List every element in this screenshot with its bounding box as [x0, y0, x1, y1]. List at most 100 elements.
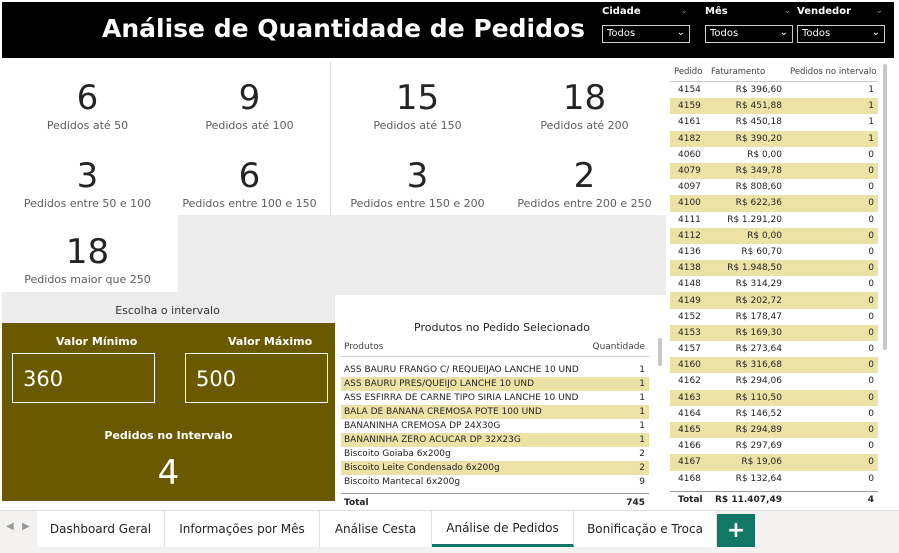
tab-an-lise-de-pedidos[interactable]: Análise de Pedidos [432, 511, 574, 547]
slicer-vendedor[interactable]: Vendedor ⌄ Todos ⌄ [797, 6, 885, 43]
products-total-row: Total 745 [341, 493, 649, 511]
card-ate-100: 9 Pedidos até 100 [172, 78, 327, 132]
product-name: ASS BAURU PRES/QUEIJO LANCHE 10 UND [344, 379, 535, 389]
order-id: 4164 [678, 408, 701, 419]
col-pedidos-intervalo[interactable]: Pedidos no intervalo [784, 67, 878, 77]
slicer-mes-dropdown[interactable]: Todos ⌄ [705, 25, 793, 43]
table-row[interactable]: 4168 R$ 132,64 0 [670, 471, 878, 487]
table-row[interactable]: 4097 R$ 808,60 0 [670, 179, 878, 195]
order-intervalo: 0 [868, 198, 874, 209]
table-row[interactable]: 4079 R$ 349,78 0 [670, 162, 878, 180]
min-value-input[interactable]: 360 [12, 353, 155, 403]
slicer-vendedor-value: Todos [802, 28, 831, 39]
max-value-input[interactable]: 500 [185, 353, 328, 403]
product-quantity: 1 [639, 393, 645, 403]
order-intervalo: 0 [868, 344, 874, 355]
table-row[interactable]: 4112 R$ 0,00 0 [670, 227, 878, 244]
table-row[interactable]: 4138 R$ 1.948,50 0 [670, 260, 878, 277]
order-intervalo: 0 [868, 182, 874, 193]
order-faturamento: R$ 273,64 [735, 344, 782, 355]
order-id: 4154 [678, 85, 701, 96]
chevron-right-icon[interactable]: ▶ [22, 521, 30, 532]
order-faturamento: R$ 396,60 [735, 85, 782, 96]
col-quantidade[interactable]: Quantidade [589, 342, 649, 352]
product-name: BANANINHA CREMOSA DP 24X30G [344, 421, 501, 431]
slicer-mes-label: Mês [705, 6, 728, 17]
table-row[interactable]: 4111 R$ 1.291,20 0 [670, 212, 878, 228]
card-150-200: 3 Pedidos entre 150 e 200 [340, 156, 495, 210]
col-faturamento[interactable]: Faturamento [707, 67, 784, 77]
order-intervalo: 1 [868, 85, 874, 96]
tab-informa-es-por-m-s[interactable]: Informações por Mês [165, 511, 320, 547]
table-row[interactable]: 4163 R$ 110,50 0 [670, 389, 878, 406]
card-label: Pedidos entre 150 e 200 [350, 197, 485, 210]
order-faturamento: R$ 0,00 [747, 149, 782, 160]
slicer-vendedor-dropdown[interactable]: Todos ⌄ [797, 25, 885, 43]
table-row[interactable]: 4166 R$ 297,69 0 [670, 438, 878, 454]
add-page-button[interactable]: + [717, 514, 755, 547]
table-row[interactable]: 4157 R$ 273,64 0 [670, 341, 878, 357]
products-table: Produtos Quantidade ASS BAURU FRANGO C/ … [341, 337, 649, 511]
chevron-down-icon: ⌄ [676, 27, 685, 38]
product-quantity: 9 [639, 477, 645, 487]
interval-heading: Escolha o intervalo [115, 304, 220, 317]
order-intervalo: 0 [868, 166, 874, 177]
table-row[interactable]: 4164 R$ 146,52 0 [670, 406, 878, 422]
total-label: Total [678, 495, 703, 506]
order-intervalo: 0 [868, 263, 874, 274]
table-row[interactable]: Biscoito Mantecal 6x200g 9 [341, 475, 649, 489]
order-intervalo: 0 [868, 214, 874, 225]
table-row[interactable]: 4100 R$ 622,36 0 [670, 195, 878, 212]
table-row[interactable]: 4154 R$ 396,60 1 [670, 82, 878, 98]
card-100-150: 6 Pedidos entre 100 e 150 [172, 156, 327, 210]
order-id: 4163 [678, 392, 701, 403]
table-row[interactable]: 4060 R$ 0,00 0 [670, 147, 878, 163]
tab-bonifica-o-e-troca[interactable]: Bonificação e Troca [574, 511, 717, 547]
table-row[interactable]: 4162 R$ 294,06 0 [670, 373, 878, 389]
products-scrollbar[interactable] [658, 338, 662, 366]
chevron-down-icon[interactable]: ⌄ [783, 6, 791, 16]
chevron-down-icon[interactable]: ⌄ [680, 6, 688, 16]
order-id: 4168 [678, 473, 701, 484]
slicer-mes[interactable]: Mês ⌄ Todos ⌄ [705, 6, 793, 43]
total-label: Total [344, 497, 369, 508]
table-row[interactable]: BALA DE BANANA CREMOSA POTE 100 UND 1 [341, 405, 649, 419]
table-row[interactable]: 4148 R$ 314,29 0 [670, 276, 878, 292]
card-value: 2 [573, 156, 596, 196]
table-row[interactable]: Biscoito Goiaba 6x200g 2 [341, 447, 649, 461]
chevron-left-icon[interactable]: ◀ [6, 521, 14, 532]
card-value: 6 [238, 156, 261, 196]
interval-panel: Valor Mínimo Valor Máximo 360 500 Pedido… [2, 323, 335, 501]
chevron-down-icon[interactable]: ⌄ [875, 6, 883, 16]
table-row[interactable]: 4165 R$ 294,89 0 [670, 421, 878, 439]
table-row[interactable]: 4149 R$ 202,72 0 [670, 292, 878, 309]
table-row[interactable]: 4159 R$ 451,88 1 [670, 98, 878, 115]
table-row[interactable]: BANANINHA CREMOSA DP 24X30G 1 [341, 419, 649, 433]
product-quantity: 1 [639, 407, 645, 417]
card-ate-150: 15 Pedidos até 150 [340, 78, 495, 132]
col-pedido[interactable]: Pedido [670, 67, 707, 77]
card-label: Pedidos entre 50 e 100 [23, 197, 152, 210]
col-produtos[interactable]: Produtos [341, 342, 589, 352]
table-row[interactable]: ASS BAURU FRANGO C/ REQUEIJAO LANCHE 10 … [341, 363, 649, 377]
table-row[interactable]: BANANINHA ZERO ACUCAR DP 32X23G 1 [341, 433, 649, 447]
table-row[interactable]: 4153 R$ 169,30 0 [670, 324, 878, 341]
table-row[interactable]: ASS ESFIRRA DE CARNE TIPO SIRIA LANCHE 1… [341, 391, 649, 405]
product-name: BALA DE BANANA CREMOSA POTE 100 UND [344, 407, 542, 417]
tab-dashboard-geral[interactable]: Dashboard Geral [37, 511, 165, 547]
table-row[interactable]: 4167 R$ 19,06 0 [670, 454, 878, 471]
table-row[interactable]: ASS BAURU PRES/QUEIJO LANCHE 10 UND 1 [341, 377, 649, 391]
table-row[interactable]: 4182 R$ 390,20 1 [670, 130, 878, 147]
order-id: 4161 [678, 117, 701, 128]
table-row[interactable]: 4160 R$ 316,68 0 [670, 357, 878, 374]
table-row[interactable]: Biscoito Leite Condensado 6x200g 2 [341, 461, 649, 475]
table-row[interactable]: 4161 R$ 450,18 1 [670, 114, 878, 130]
table-row[interactable]: 4152 R$ 178,47 0 [670, 309, 878, 325]
table-row[interactable]: 4136 R$ 60,70 0 [670, 244, 878, 260]
tab-an-lise-cesta[interactable]: Análise Cesta [320, 511, 432, 547]
slicer-cidade-dropdown[interactable]: Todos ⌄ [602, 25, 690, 43]
order-id: 4111 [678, 214, 701, 225]
orders-scrollbar[interactable] [883, 64, 887, 350]
slicer-cidade[interactable]: Cidade ⌄ Todos ⌄ [602, 6, 690, 43]
order-intervalo: 0 [868, 246, 874, 257]
